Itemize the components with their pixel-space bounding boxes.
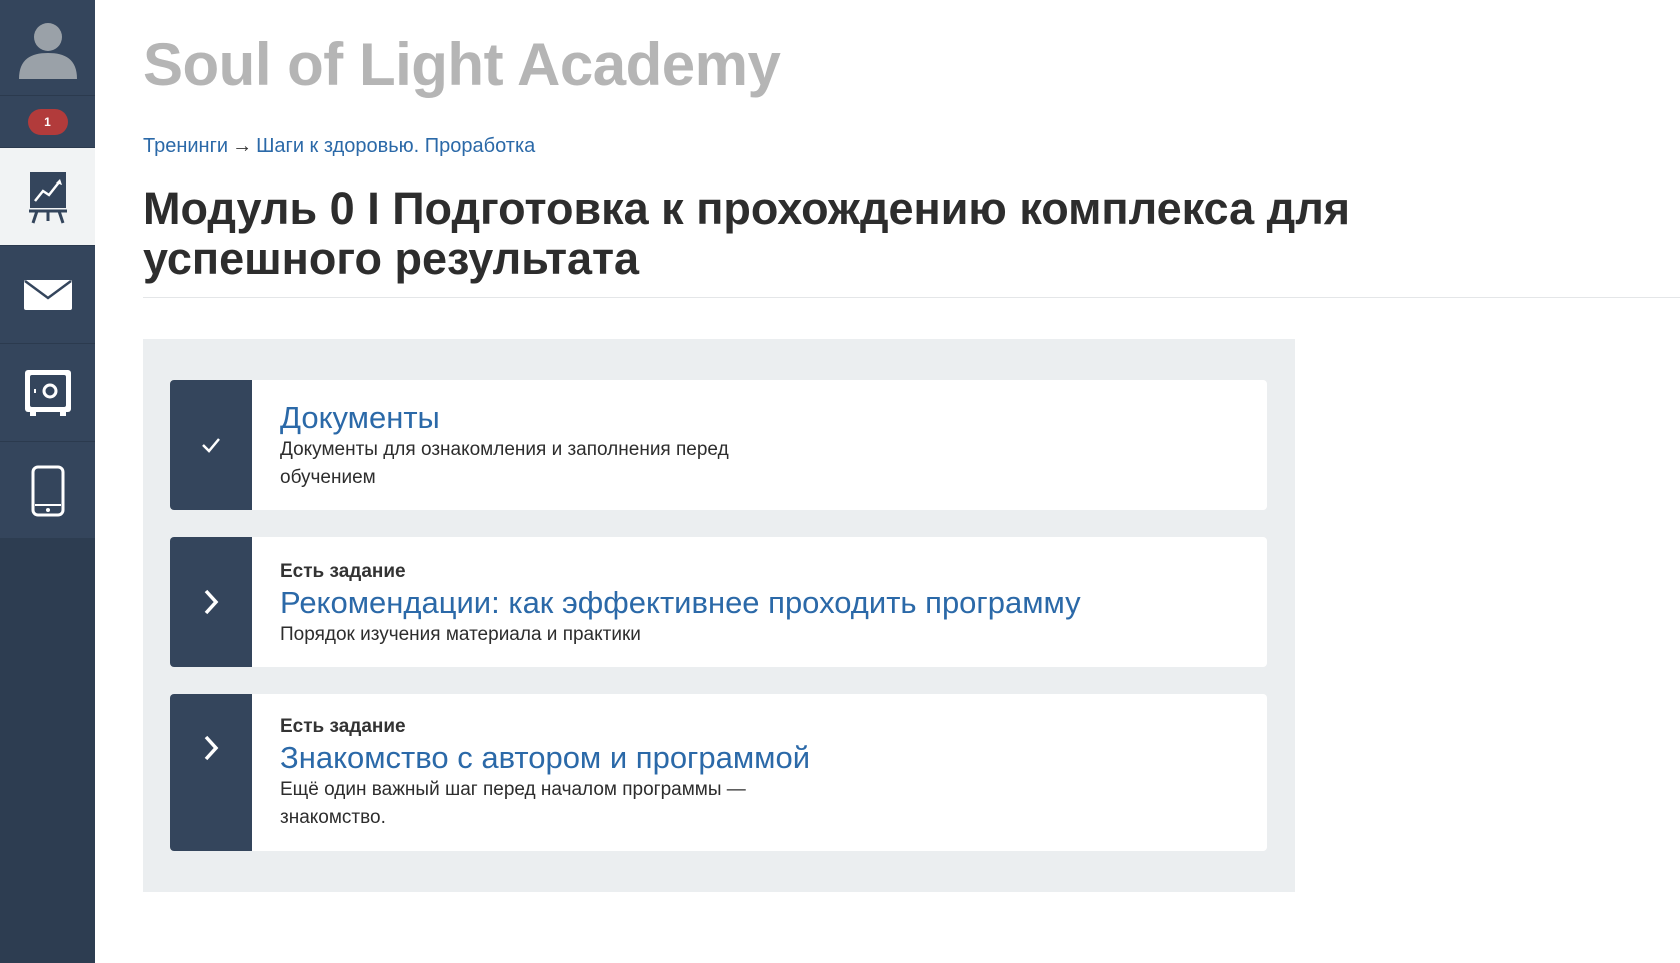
safe-icon (24, 369, 71, 416)
lesson-body: Есть задание Рекомендации: как эффективн… (252, 537, 1081, 667)
breadcrumb: Тренинги → Шаги к здоровью. Проработка (143, 135, 535, 158)
lesson-title[interactable]: Рекомендации: как эффективнее проходить … (280, 585, 1081, 621)
sidebar-item-mail[interactable] (0, 246, 95, 344)
lesson-title[interactable]: Знакомство с автором и программой (280, 740, 810, 776)
lesson-body: Есть задание Знакомство с автором и прог… (252, 694, 810, 851)
lesson-documents[interactable]: Документы Документы для ознакомления и з… (170, 380, 1267, 510)
lessons-panel: Документы Документы для ознакомления и з… (143, 339, 1295, 892)
notification-badge: 1 (27, 108, 68, 135)
notifications[interactable]: 1 (0, 96, 95, 148)
mobile-icon (31, 465, 64, 516)
brand-title[interactable]: Soul of Light Academy (143, 30, 781, 99)
sidebar-item-trainings[interactable] (0, 148, 95, 246)
sidebar: 1 (0, 0, 95, 963)
lesson-status (170, 694, 252, 851)
sidebar-item-safe[interactable] (0, 344, 95, 442)
divider (143, 297, 1680, 298)
page-title: Модуль 0 I Подготовка к прохождению комп… (143, 183, 1351, 284)
task-label: Есть задание (280, 561, 406, 582)
breadcrumb-training-link[interactable]: Шаги к здоровью. Проработка (256, 135, 535, 157)
chevron-right-icon (204, 735, 219, 761)
chevron-right-icon (204, 589, 219, 615)
lesson-body: Документы Документы для ознакомления и з… (252, 380, 780, 510)
lesson-description: Документы для ознакомления и заполнения … (280, 439, 729, 488)
lesson-status (170, 537, 252, 667)
lesson-description: Ещё один важный шаг перед началом програ… (280, 779, 746, 828)
mail-icon (23, 279, 72, 310)
lesson-title[interactable]: Документы (280, 400, 780, 436)
lesson-description: Порядок изучения материала и практики (280, 624, 641, 645)
trainings-chart-icon (28, 171, 67, 223)
task-label: Есть задание (280, 716, 406, 737)
avatar[interactable] (0, 0, 95, 96)
user-avatar-icon (18, 22, 77, 79)
lesson-introduction[interactable]: Есть задание Знакомство с автором и прог… (170, 694, 1267, 851)
breadcrumb-arrow: → (232, 135, 253, 157)
breadcrumb-trainings-link[interactable]: Тренинги (143, 135, 228, 157)
lesson-status (170, 380, 252, 510)
sidebar-item-mobile[interactable] (0, 442, 95, 540)
check-icon (202, 438, 220, 453)
sidebar-filler (0, 538, 95, 963)
lesson-recommendations[interactable]: Есть задание Рекомендации: как эффективн… (170, 537, 1267, 667)
